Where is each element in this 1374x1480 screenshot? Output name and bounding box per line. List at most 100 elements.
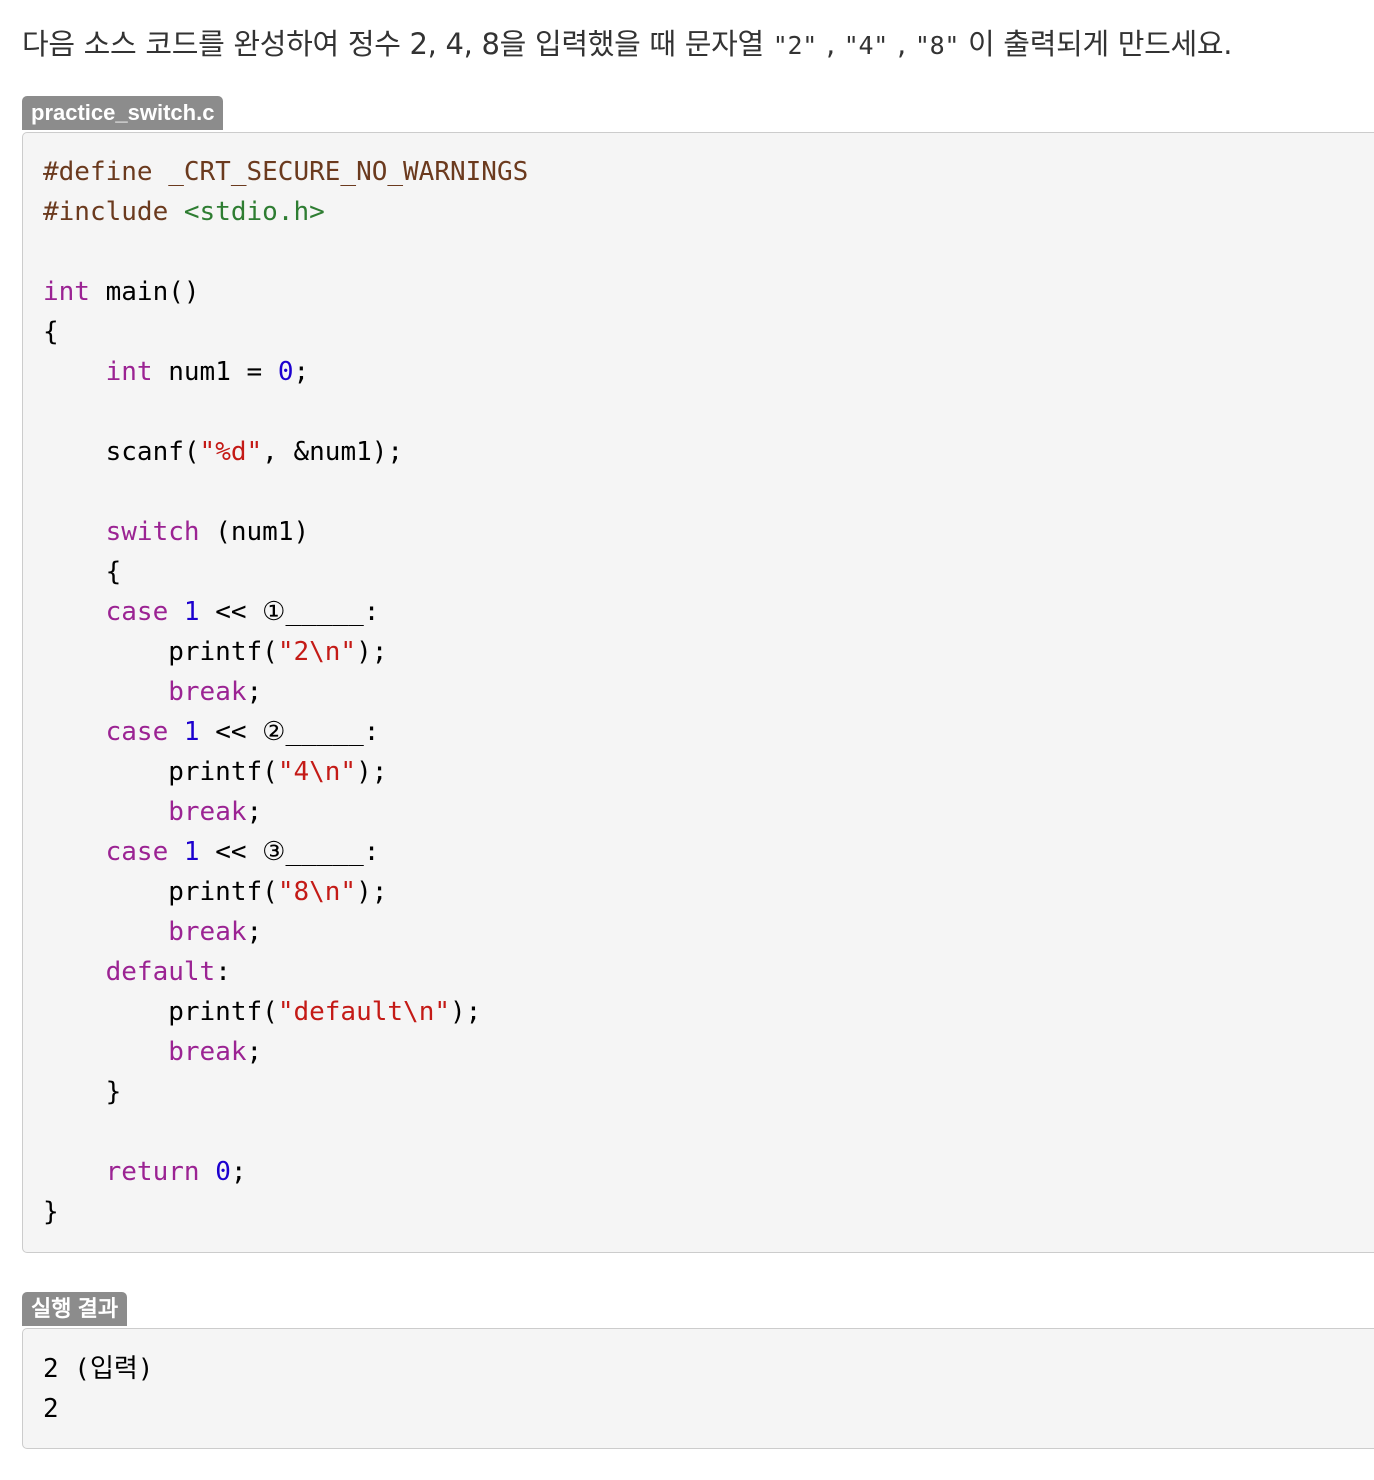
- code-token: main(): [89, 277, 200, 307]
- code-line: {: [43, 312, 1361, 352]
- code-token: case: [105, 837, 169, 867]
- code-line: case 1 << ③_____:: [43, 832, 1361, 872]
- code-token: case: [105, 597, 169, 627]
- code-line: break;: [43, 912, 1361, 952]
- code-line: #define _CRT_SECURE_NO_WARNINGS: [43, 152, 1361, 192]
- code-line: printf("default\n");: [43, 992, 1361, 1032]
- source-code-block: #define _CRT_SECURE_NO_WARNINGS #include …: [22, 132, 1374, 1253]
- code-token: 0: [215, 1157, 231, 1187]
- code-line: #include <stdio.h>: [43, 192, 1361, 232]
- code-token: <stdio.h>: [183, 197, 325, 227]
- result-line: 2: [43, 1394, 59, 1424]
- code-line: int num1 = 0;: [43, 352, 1361, 392]
- code-line: {: [43, 552, 1361, 592]
- code-token: << ①_____:: [199, 597, 380, 627]
- code-token: "2\n": [277, 637, 357, 667]
- code-line: default:: [43, 952, 1361, 992]
- code-token: switch: [105, 517, 200, 547]
- code-token: break: [168, 797, 247, 827]
- code-token: , &num1);: [262, 437, 404, 467]
- code-line: }: [43, 1072, 1361, 1112]
- question-text: 다음 소스 코드를 완성하여 정수 2, 4, 8을 입력했을 때 문자열 "2…: [22, 22, 1232, 68]
- code-token: printf(: [43, 757, 278, 787]
- code-line: break;: [43, 672, 1361, 712]
- code-token: printf(: [43, 877, 278, 907]
- question-code-4: "4": [843, 31, 889, 60]
- code-token: printf(: [43, 997, 278, 1027]
- code-token: printf(: [43, 637, 278, 667]
- code-line: switch (num1): [43, 512, 1361, 552]
- code-token: "4\n": [277, 757, 357, 787]
- code-token: int: [43, 277, 90, 307]
- code-token: }: [43, 1077, 122, 1107]
- code-token: "8\n": [277, 877, 357, 907]
- code-line: case 1 << ②_____:: [43, 712, 1361, 752]
- code-token: );: [450, 997, 482, 1027]
- code-token: );: [356, 877, 388, 907]
- code-token: {: [43, 317, 59, 347]
- code-token: #include: [43, 197, 184, 227]
- code-token: num1 =: [152, 357, 278, 387]
- code-token: #define _CRT_SECURE_NO_WARNINGS: [43, 157, 529, 187]
- code-line: printf("4\n");: [43, 752, 1361, 792]
- code-token: ;: [246, 677, 263, 707]
- code-token: 1: [183, 597, 200, 627]
- code-line: printf("2\n");: [43, 632, 1361, 672]
- code-token: default: [105, 957, 216, 987]
- result-label-tag: 실행 결과: [22, 1292, 128, 1326]
- code-token: 1: [183, 837, 200, 867]
- code-token: );: [356, 637, 388, 667]
- result-output-block: 2 (입력) 2: [22, 1328, 1374, 1449]
- code-token: ;: [246, 917, 263, 947]
- code-token: break: [168, 917, 247, 947]
- code-token: << ②_____:: [199, 717, 380, 747]
- code-token: int: [105, 357, 153, 387]
- code-line: scanf("%d", &num1);: [43, 432, 1361, 472]
- code-token: (num1): [199, 517, 310, 547]
- code-token: break: [168, 1037, 247, 1067]
- question-part1: 다음 소스 코드를 완성하여 정수 2, 4, 8을 입력했을 때 문자열: [22, 27, 773, 61]
- code-token: case: [105, 717, 169, 747]
- result-line: 2 (입력): [43, 1354, 154, 1384]
- code-token: "%d": [199, 437, 263, 467]
- code-line: break;: [43, 792, 1361, 832]
- code-token: ;: [246, 1037, 263, 1067]
- code-token: ;: [230, 1157, 247, 1187]
- question-code-8: "8": [914, 31, 960, 60]
- code-line: return 0;: [43, 1152, 1361, 1192]
- source-filename-tag: practice_switch.c: [22, 96, 224, 130]
- code-token: 1: [183, 717, 200, 747]
- code-token: "default\n": [277, 997, 450, 1027]
- code-token: 0: [277, 357, 294, 387]
- code-token: }: [43, 1197, 59, 1227]
- code-token: );: [356, 757, 388, 787]
- code-token: {: [43, 557, 122, 587]
- question-separator: ,: [817, 27, 844, 61]
- code-token: ;: [246, 797, 263, 827]
- question-part2: 이 출력되게 만드세요.: [959, 27, 1233, 61]
- code-token: :: [215, 957, 231, 987]
- code-token: break: [168, 677, 247, 707]
- code-token: << ③_____:: [199, 837, 380, 867]
- code-line: }: [43, 1192, 1361, 1232]
- code-line: int main(): [43, 272, 1361, 312]
